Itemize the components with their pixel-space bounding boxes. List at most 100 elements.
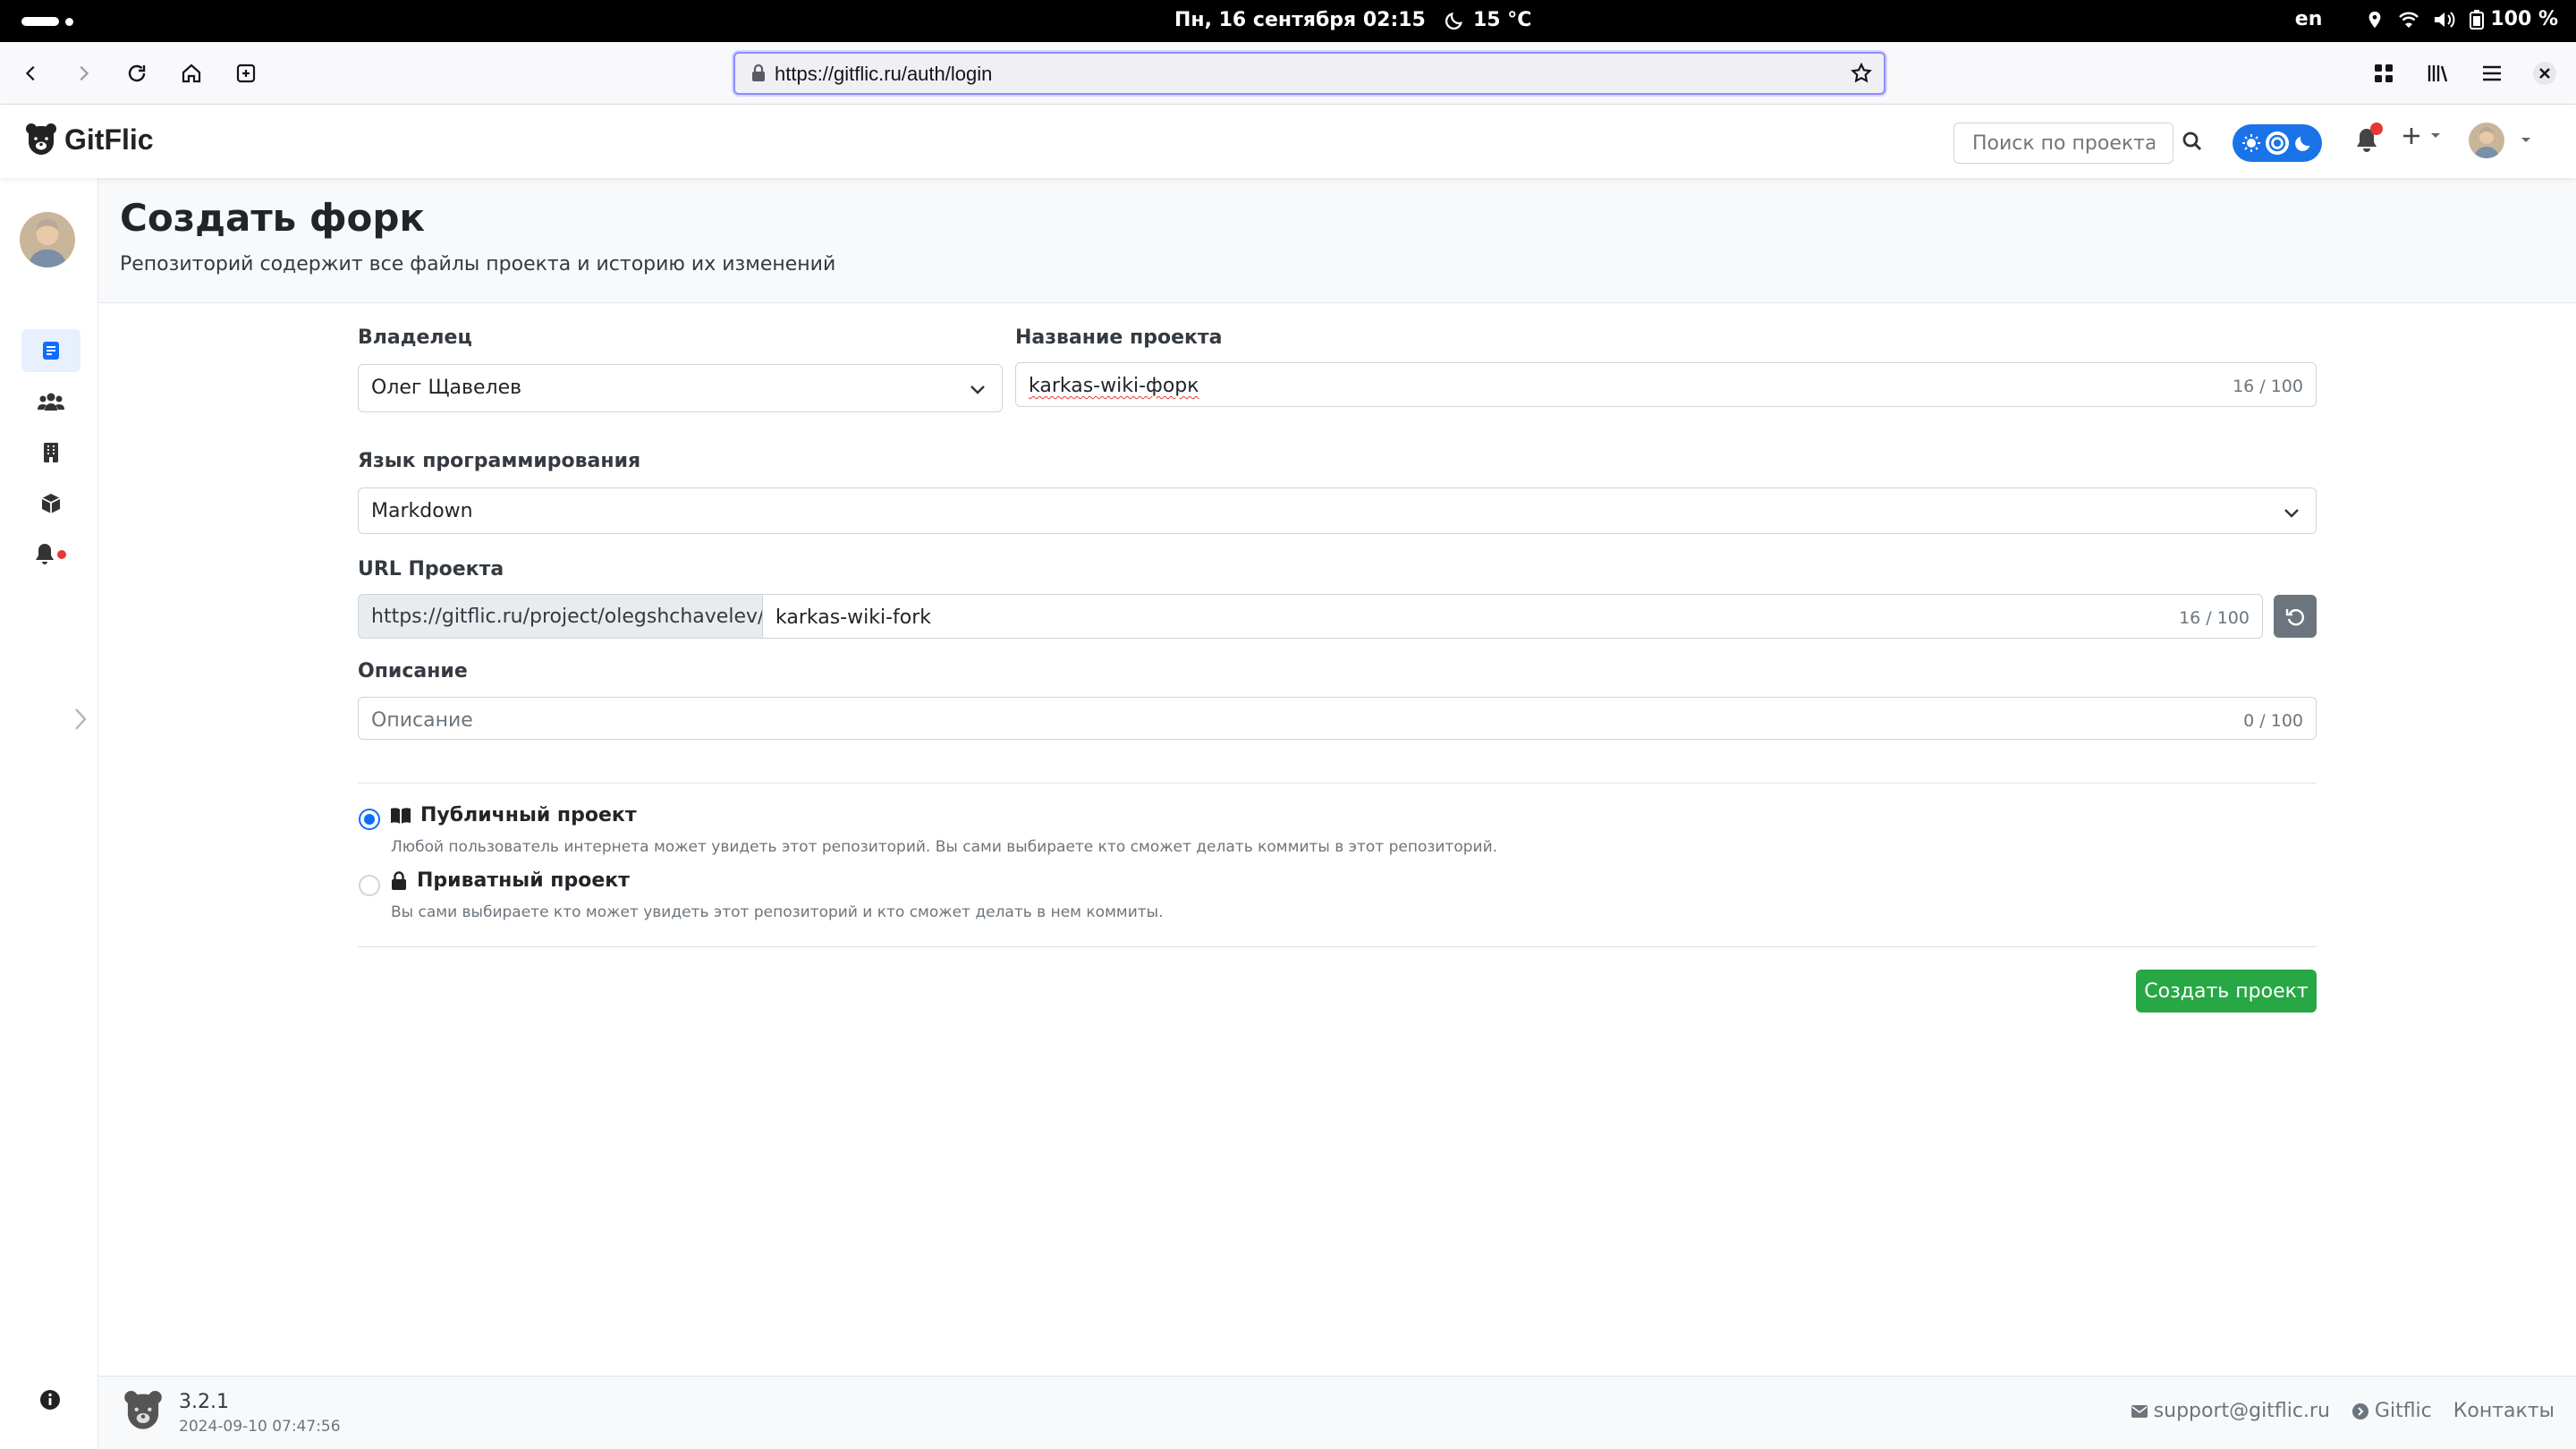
create-project-button[interactable]: Создать проект	[2136, 970, 2317, 1013]
battery-level: 100 %	[2490, 8, 2558, 30]
divider	[358, 783, 2317, 784]
expand-sidebar-chevron-icon[interactable]	[73, 708, 88, 731]
os-tray[interactable]: en 100 %	[2295, 8, 2558, 30]
os-clock[interactable]: Пн, 16 сентября 02:15	[1174, 9, 1426, 31]
forward-button[interactable]	[66, 56, 100, 90]
browser-toolbar: https://gitflic.ru/auth/login	[0, 42, 2576, 105]
info-icon[interactable]	[39, 1389, 61, 1411]
battery-icon	[2470, 9, 2485, 30]
description-placeholder: Описание	[371, 709, 473, 732]
reload-button[interactable]	[120, 56, 154, 90]
reload-icon	[128, 64, 146, 82]
description-counter: 0 / 100	[2243, 711, 2303, 731]
language-select[interactable]: Markdown	[358, 487, 2317, 534]
new-tab-button[interactable]	[229, 56, 263, 90]
chevron-down-icon	[2284, 509, 2299, 518]
support-email-link[interactable]: support@gitflic.ru	[2131, 1400, 2330, 1422]
owner-select[interactable]: Олег Щавелев	[358, 364, 1003, 412]
activities-indicator[interactable]	[21, 17, 59, 26]
book-icon	[391, 807, 411, 824]
logo-text: GitFlic	[64, 123, 154, 156]
language-value: Markdown	[371, 500, 473, 522]
library-icon	[2428, 65, 2448, 82]
footer: 3.2.1 2024-09-10 07:47:56 support@gitfli…	[98, 1376, 2576, 1449]
company-icon	[44, 443, 58, 462]
private-option-label: Приватный проект	[417, 869, 630, 892]
sidebar-user-avatar[interactable]	[20, 212, 75, 267]
create-menu-button[interactable]	[2402, 126, 2441, 146]
page-subtitle: Репозиторий содержит все файлы проекта и…	[120, 253, 836, 275]
caret-down-icon	[2431, 133, 2440, 138]
wifi-icon	[2399, 12, 2419, 28]
library-button[interactable]	[2421, 56, 2455, 90]
user-avatar[interactable]	[2469, 123, 2504, 158]
public-option-desc: Любой пользователь интернета может увиде…	[391, 838, 1498, 856]
padlock-icon	[392, 870, 406, 890]
page-heading: Создать форк Репозиторий содержит все фа…	[98, 178, 2576, 303]
theme-toggle[interactable]	[2233, 124, 2322, 162]
team-icon	[38, 393, 64, 411]
build-date: 2024-09-10 07:47:56	[179, 1418, 341, 1436]
public-radio[interactable]	[359, 809, 380, 830]
sidebar-item-teams[interactable]	[21, 380, 80, 423]
sidebar-item-companies[interactable]	[21, 431, 80, 474]
support-email-text: support@gitflic.ru	[2153, 1400, 2330, 1422]
private-option-title[interactable]: Приватный проект	[390, 869, 630, 892]
undo-icon	[2285, 609, 2304, 626]
owner-value: Олег Щавелев	[371, 377, 522, 399]
extensions-button[interactable]	[2367, 56, 2401, 90]
private-radio[interactable]	[359, 875, 380, 896]
footer-links: support@gitflic.ru Gitflic Контакты	[2131, 1400, 2555, 1422]
notifications-icon	[36, 544, 66, 564]
avatar-image	[20, 212, 75, 267]
location-icon	[2368, 11, 2381, 28]
user-menu-caret-icon[interactable]	[2521, 137, 2531, 144]
project-name-label: Название проекта	[1015, 326, 1223, 349]
search-icon[interactable]	[2181, 130, 2204, 153]
url-prefix: https://gitflic.ru/project/olegshchavele…	[358, 594, 764, 639]
app-menu-button[interactable]	[2475, 56, 2509, 90]
bear-logo-icon	[124, 1391, 162, 1429]
gitflic-link-text: Gitflic	[2374, 1400, 2432, 1422]
owner-label: Владелец	[358, 326, 472, 349]
os-weather[interactable]: 15 °C	[1445, 9, 1531, 31]
moon-icon	[1445, 12, 1462, 30]
grid-icon	[2375, 64, 2393, 82]
keyboard-layout[interactable]: en	[2295, 8, 2323, 30]
description-label: Описание	[358, 660, 468, 682]
sidebar-item-packages[interactable]	[21, 482, 80, 525]
url-slug-input[interactable]: karkas-wiki-fork 16 / 100	[762, 594, 2263, 639]
public-option-title[interactable]: Публичный проект	[390, 804, 637, 826]
gitflic-link[interactable]: Gitflic	[2351, 1400, 2432, 1422]
app-header: GitFlic	[0, 105, 2576, 178]
sidebar-item-notifications[interactable]	[21, 533, 80, 576]
sidebar-item-projects[interactable]	[21, 329, 80, 372]
bookmark-star-icon[interactable]	[1850, 62, 1873, 85]
home-button[interactable]	[174, 56, 208, 90]
description-input[interactable]: Описание 0 / 100	[358, 697, 2317, 740]
url-text: https://gitflic.ru/auth/login	[775, 63, 993, 85]
back-button[interactable]	[14, 56, 48, 90]
sun-icon	[2241, 134, 2260, 152]
auto-theme-icon	[2265, 131, 2289, 155]
project-search-input[interactable]	[1953, 123, 2174, 164]
reset-url-button[interactable]	[2274, 595, 2317, 638]
volume-icon	[2435, 11, 2455, 28]
gitflic-logo[interactable]: GitFlic	[25, 123, 154, 157]
page-title: Создать форк	[120, 196, 425, 240]
repository-icon	[43, 342, 59, 360]
package-icon	[41, 494, 61, 513]
close-window-button[interactable]	[2528, 56, 2562, 90]
address-bar[interactable]: https://gitflic.ru/auth/login	[733, 52, 1885, 95]
gitflic-circle-icon	[2351, 1402, 2368, 1419]
app-version: 3.2.1	[179, 1391, 229, 1413]
plus-icon	[2403, 128, 2419, 144]
project-name-input[interactable]: karkas-wiki-форк 16 / 100	[1015, 362, 2317, 407]
os-status-bar: Пн, 16 сентября 02:15 15 °C en 100 %	[0, 0, 2576, 42]
contacts-link[interactable]: Контакты	[2453, 1400, 2555, 1422]
project-name-value: karkas-wiki-форк	[1029, 375, 1199, 397]
language-label: Язык программирования	[358, 450, 641, 472]
workspace-dot	[65, 18, 73, 26]
left-sidebar	[0, 178, 98, 1449]
lock-icon	[752, 64, 765, 81]
